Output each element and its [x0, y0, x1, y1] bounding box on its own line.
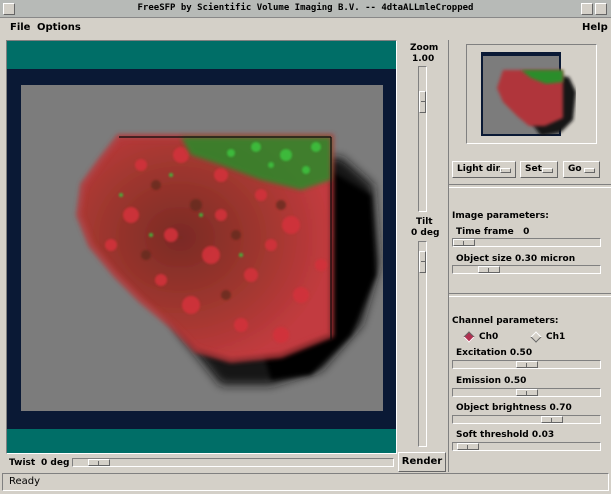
option-indicator-icon	[542, 168, 553, 173]
object-size-value: 0.30 micron	[514, 254, 576, 264]
minimize-button[interactable]	[581, 3, 593, 15]
tilt-label: Tilt	[416, 217, 433, 227]
render-button[interactable]: Render	[398, 452, 446, 472]
time-frame-value: 0	[523, 227, 530, 237]
zoom-label: Zoom	[410, 43, 439, 53]
menu-options[interactable]: Options	[37, 22, 81, 33]
twist-value: 0 deg	[41, 458, 70, 468]
separator	[449, 184, 611, 188]
channel-radio-ch0[interactable]: Ch0	[463, 331, 505, 343]
object-brightness-value: 0.70	[549, 403, 572, 413]
viewport-top-band	[7, 41, 396, 69]
menu-help[interactable]: Help	[582, 22, 608, 33]
channel-parameters-heading: Channel parameters:	[452, 316, 559, 326]
viewport-bottom-band	[7, 429, 396, 453]
set-button[interactable]: Set	[520, 161, 558, 178]
emission-slider-thumb[interactable]	[516, 389, 538, 396]
option-indicator-icon	[500, 168, 511, 173]
ch1-label: Ch1	[546, 332, 566, 342]
panel-divider	[448, 40, 449, 472]
excitation-label: Excitation 0.50	[456, 348, 533, 358]
maximize-button[interactable]	[595, 3, 607, 15]
tilt-value: 0 deg	[411, 228, 440, 238]
zoom-slider[interactable]	[418, 66, 427, 212]
emission-label: Emission 0.50	[456, 376, 527, 386]
soft-threshold-value: 0.03	[531, 430, 555, 440]
set-label: Set	[525, 164, 542, 174]
emission-value: 0.50	[504, 376, 527, 386]
object-size-label: Object size 0.30 micron	[456, 254, 576, 264]
object-brightness-slider-thumb[interactable]	[541, 416, 563, 423]
excitation-value: 0.50	[509, 348, 533, 358]
preview-thumbnail	[481, 52, 576, 136]
emission-slider[interactable]	[452, 388, 601, 397]
status-text: Ready	[9, 476, 41, 487]
time-frame-slider-thumb[interactable]	[453, 239, 475, 246]
soft-threshold-slider[interactable]	[452, 442, 601, 451]
time-frame-slider[interactable]	[452, 238, 601, 247]
time-frame-label: Time frame 0	[456, 227, 530, 237]
tilt-slider-thumb[interactable]	[419, 251, 426, 273]
image-parameters-heading: Image parameters:	[452, 211, 549, 221]
rendered-volume-image	[21, 85, 383, 411]
radio-unselected-icon	[530, 331, 542, 343]
light-dir-label: Light dir.	[457, 164, 503, 174]
object-brightness-label: Object brightness 0.70	[456, 403, 572, 413]
zoom-value: 1.00	[412, 54, 435, 64]
zoom-slider-thumb[interactable]	[419, 91, 426, 113]
preview-frame	[466, 44, 597, 144]
ch0-label: Ch0	[479, 332, 499, 342]
status-bar: Ready	[2, 473, 609, 491]
channel-radio-ch1[interactable]: Ch1	[530, 331, 572, 343]
object-size-slider[interactable]	[452, 265, 601, 274]
excitation-slider-thumb[interactable]	[516, 361, 538, 368]
title-bar[interactable]: FreeSFP by Scientific Volume Imaging B.V…	[0, 0, 611, 18]
menu-file[interactable]: File	[10, 22, 30, 33]
object-size-slider-thumb[interactable]	[478, 266, 500, 273]
radio-selected-icon	[463, 331, 475, 343]
separator	[449, 293, 611, 297]
light-dir-button[interactable]: Light dir.	[452, 161, 516, 178]
render-viewport[interactable]	[6, 40, 397, 454]
twist-label: Twist	[9, 458, 36, 468]
window-title: FreeSFP by Scientific Volume Imaging B.V…	[137, 3, 474, 13]
excitation-slider[interactable]	[452, 360, 601, 369]
go-label: Go	[568, 164, 582, 174]
option-indicator-icon	[584, 168, 595, 173]
tilt-slider[interactable]	[418, 241, 427, 447]
go-button[interactable]: Go	[563, 161, 600, 178]
soft-threshold-slider-thumb[interactable]	[457, 443, 479, 450]
menu-bar: File Options Help	[0, 18, 611, 40]
twist-slider-thumb[interactable]	[88, 459, 110, 466]
twist-slider[interactable]	[72, 458, 394, 467]
soft-threshold-label: Soft threshold 0.03	[456, 430, 555, 440]
object-brightness-slider[interactable]	[452, 415, 601, 424]
